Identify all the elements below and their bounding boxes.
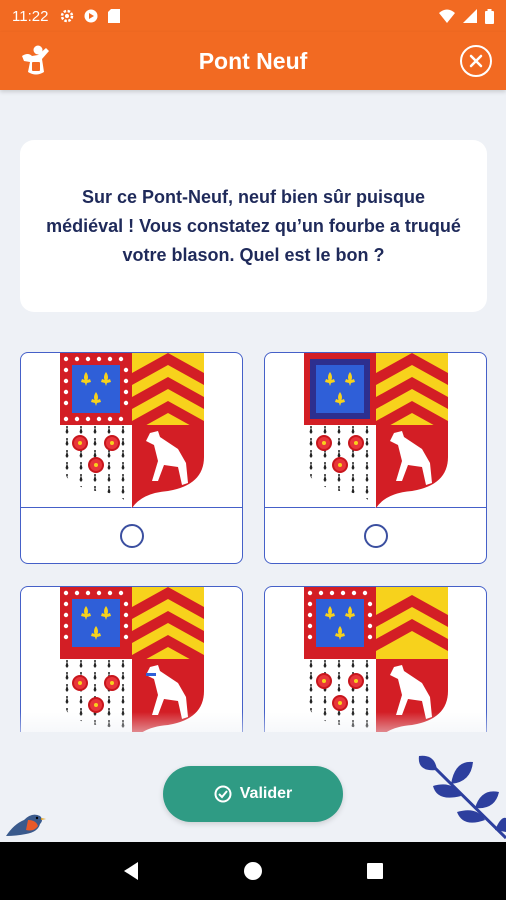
close-button[interactable]	[460, 45, 492, 77]
answer-grid	[20, 352, 487, 732]
question-text: Sur ce Pont-Neuf, neuf bien sûr puisque …	[46, 186, 461, 265]
radio-button[interactable]	[119, 524, 144, 548]
system-nav-bar	[0, 842, 506, 900]
recents-icon[interactable]	[366, 862, 384, 880]
validate-button-label: Valider	[239, 785, 293, 802]
answer-option-b[interactable]	[264, 352, 487, 564]
app-logo-icon[interactable]	[18, 44, 52, 78]
answer-option-d[interactable]	[264, 586, 487, 732]
home-icon[interactable]	[243, 861, 263, 881]
answer-option-c[interactable]	[20, 586, 243, 732]
coat-of-arms-image	[21, 353, 242, 508]
status-time: 11:22	[12, 7, 49, 25]
radio-button[interactable]	[363, 524, 388, 548]
coat-of-arms-image	[265, 353, 486, 508]
coat-of-arms-image	[265, 587, 486, 732]
play-store-icon	[84, 9, 98, 23]
settings-icon	[61, 9, 74, 23]
app-bar: Pont Neuf	[0, 32, 506, 90]
validate-button[interactable]: Valider	[163, 766, 343, 822]
radio-area[interactable]	[21, 508, 242, 563]
battery-icon	[485, 8, 494, 24]
check-circle-icon	[214, 785, 232, 803]
signal-icon	[463, 9, 477, 23]
answer-option-a[interactable]	[20, 352, 243, 564]
status-bar: 11:22	[0, 0, 506, 32]
page-title: Pont Neuf	[198, 47, 308, 74]
back-icon[interactable]	[122, 861, 140, 881]
close-icon	[469, 54, 483, 68]
radio-area[interactable]	[265, 508, 486, 563]
question-card: Sur ce Pont-Neuf, neuf bien sûr puisque …	[20, 140, 487, 312]
wifi-icon	[439, 9, 455, 23]
coat-of-arms-image	[21, 587, 242, 732]
scroll-fade	[0, 712, 506, 752]
leaf-decoration-icon	[418, 755, 506, 840]
sd-card-icon	[108, 9, 121, 23]
robin-bird-icon	[6, 814, 46, 836]
